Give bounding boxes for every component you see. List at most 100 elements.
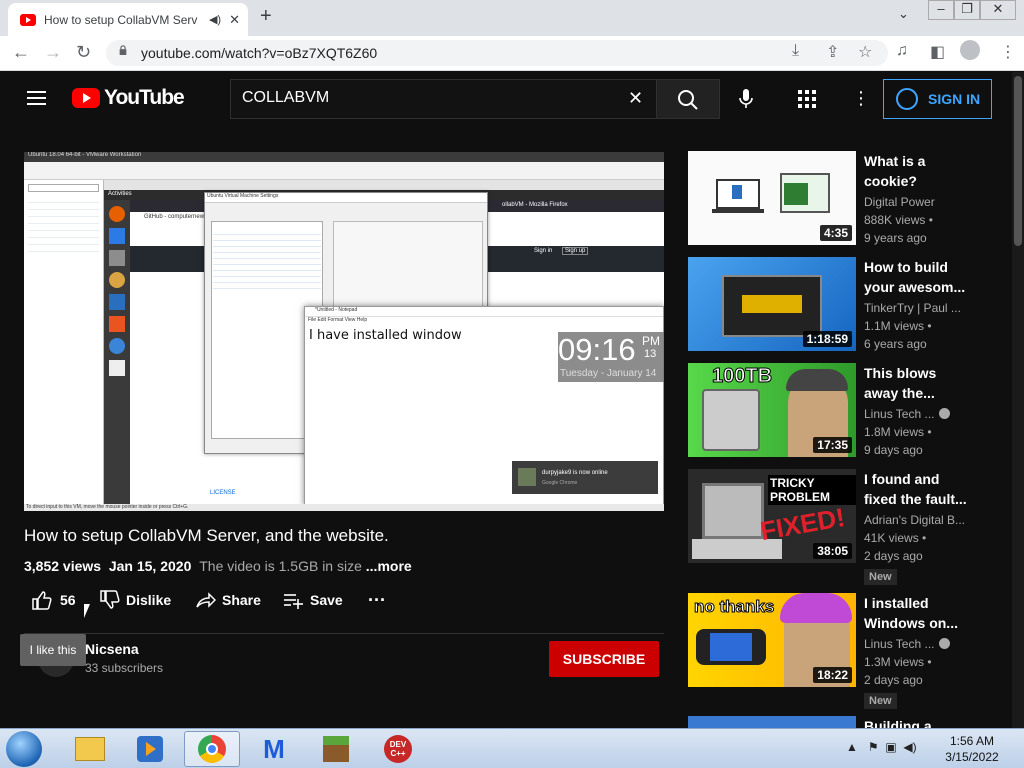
clock-time: 09:16	[558, 332, 636, 367]
clear-search-icon[interactable]: ✕	[628, 88, 643, 109]
share-page-icon[interactable]: ⇪	[826, 42, 839, 62]
recommendation-thumbnail[interactable]: no thanks 18:22	[688, 593, 856, 687]
recommendation-thumbnail[interactable]	[688, 716, 856, 728]
youtube-favicon-icon	[20, 13, 36, 26]
browser-tab[interactable]: How to setup CollabVM Serv ◀) ✕	[8, 3, 248, 36]
recommendation-age: 2 days ago	[864, 673, 923, 687]
recommendation-item[interactable]: no thanks 18:22 I installed Windows on..…	[688, 593, 968, 709]
recommendation-channel[interactable]: Linus Tech ...	[864, 407, 968, 421]
thumbs-up-icon	[32, 591, 52, 610]
tab-title: How to setup CollabVM Serv	[44, 12, 198, 27]
media-player-icon[interactable]	[122, 731, 178, 767]
side-panel-icon[interactable]: ◧	[930, 42, 945, 62]
voice-search-mic-icon[interactable]	[738, 88, 754, 115]
start-button-icon[interactable]	[6, 731, 42, 767]
malwarebytes-icon[interactable]: M	[246, 731, 302, 767]
scrollbar-thumb[interactable]	[1014, 76, 1022, 246]
video-meta[interactable]: 3,852 views Jan 15, 2020 The video is 1.…	[24, 558, 412, 574]
chrome-taskbar-icon[interactable]	[184, 731, 240, 767]
profile-avatar-icon[interactable]	[960, 40, 980, 60]
media-control-icon[interactable]: ♫	[896, 42, 908, 60]
recommendation-thumbnail[interactable]: 1:18:59	[688, 257, 856, 351]
restore-button[interactable]: ❐	[954, 0, 980, 20]
clock-widget: 09:16 PM 13 Tuesday - January 14	[558, 332, 664, 382]
recommendation-thumbnail[interactable]: 100TB 17:35	[688, 363, 856, 457]
show-hidden-icons[interactable]: ▲	[846, 740, 858, 754]
video-player[interactable]: Ubuntu 18.04 64-bit - VMware Workstation…	[24, 152, 664, 511]
taskbar-clock[interactable]: 1:56 AM 3/15/2022	[940, 733, 1004, 765]
bookmark-star-icon[interactable]: ☆	[858, 42, 872, 62]
clock-seconds: 13	[644, 348, 657, 360]
recommendation-item[interactable]: TRICKY PROBLEM FIXED! 38:05 I found and …	[688, 469, 968, 585]
dislike-button[interactable]: Dislike	[98, 588, 171, 612]
network-icon[interactable]: ▣	[885, 740, 896, 754]
recommendation-age: 6 years ago	[864, 337, 927, 351]
minimize-button[interactable]: –	[928, 0, 954, 20]
volume-icon[interactable]: ◀)	[903, 740, 916, 754]
settings-menu-icon[interactable]: ⋮	[852, 88, 870, 109]
action-center-flag-icon[interactable]: ⚑	[868, 740, 879, 754]
recommendation-channel[interactable]: Digital Power	[864, 195, 968, 209]
like-button[interactable]: 56	[30, 588, 76, 612]
subscribe-button[interactable]: SUBSCRIBE	[549, 641, 659, 677]
mouse-pointer-hand-icon	[84, 604, 90, 618]
notepad-menu: File Edit Format View Help	[308, 317, 368, 323]
tab-close-icon[interactable]: ✕	[229, 12, 240, 28]
recommendation-thumbnail[interactable]: TRICKY PROBLEM FIXED! 38:05	[688, 469, 856, 563]
back-icon[interactable]: ←	[12, 41, 30, 63]
recommendation-item[interactable]: Building a	[688, 716, 968, 728]
recommendation-item[interactable]: 1:18:59 How to build your awesom... Tink…	[688, 257, 968, 353]
duration-badge: 18:22	[813, 667, 852, 683]
recommendation-title[interactable]: This blows away the...	[864, 363, 968, 403]
search-button[interactable]	[656, 79, 720, 119]
reload-icon[interactable]: ↻	[76, 41, 91, 63]
share-button[interactable]: Share	[194, 588, 261, 612]
vmware-title: Ubuntu 18.04 64-bit - VMware Workstation	[28, 152, 142, 158]
apps-grid-icon[interactable]	[798, 90, 816, 108]
youtube-logo-icon[interactable]	[72, 88, 100, 108]
like-count: 56	[60, 592, 76, 608]
recommendation-channel[interactable]: TinkerTry | Paul ...	[864, 301, 968, 315]
minecraft-icon[interactable]	[308, 731, 364, 767]
account-icon	[896, 88, 918, 110]
audio-playing-icon[interactable]: ◀)	[209, 13, 221, 26]
recommendation-age: 9 years ago	[864, 231, 927, 245]
more-actions-icon[interactable]: ···	[368, 588, 386, 612]
duration-badge: 17:35	[813, 437, 852, 453]
dev-cpp-icon[interactable]: DEV C++	[370, 731, 426, 767]
save-button[interactable]: Save	[282, 588, 343, 612]
recommendation-title[interactable]: What is a cookie?	[864, 151, 968, 191]
chrome-menu-icon[interactable]: ⋮	[1000, 42, 1016, 62]
recommendation-channel[interactable]: Adrian's Digital B...	[864, 513, 968, 527]
notification-toast: durpyjake9 is now online Google Chrome	[512, 461, 658, 494]
search-input[interactable]: COLLABVM	[242, 89, 329, 107]
duration-badge: 1:18:59	[802, 331, 852, 347]
recommendation-channel[interactable]: Linus Tech ...	[864, 637, 968, 651]
recommendation-title[interactable]: How to build your awesom...	[864, 257, 968, 297]
recommendation-age: 9 days ago	[864, 443, 923, 457]
more-link[interactable]: ...more	[366, 558, 412, 574]
new-tab-button[interactable]: +	[260, 5, 272, 28]
install-app-icon[interactable]: ⤓	[792, 42, 799, 60]
youtube-logo-text[interactable]: YouTube	[104, 86, 185, 110]
channel-name[interactable]: Nicsena	[85, 641, 139, 657]
hamburger-menu-icon[interactable]	[27, 91, 46, 106]
system-tray[interactable]: ▲ ⚑ ▣ ◀)	[846, 740, 917, 754]
forward-icon[interactable]: →	[44, 41, 62, 63]
recommendation-views: 888K views •	[864, 213, 933, 227]
recommendation-title[interactable]: Building a	[864, 716, 968, 728]
thumbnail-text: no thanks	[693, 597, 775, 617]
firefox-title: ollabVM - Mozilla Firefox	[502, 202, 568, 208]
recommendation-item[interactable]: 4:35 What is a cookie? Digital Power 888…	[688, 151, 968, 247]
recommendation-title[interactable]: I installed Windows on...	[864, 593, 968, 633]
tab-search-icon[interactable]: ⌄	[898, 6, 909, 26]
taskbar-time: 1:56 AM	[949, 734, 995, 748]
recommendation-item[interactable]: 100TB 17:35 This blows away the... Linus…	[688, 363, 968, 459]
url-text[interactable]: youtube.com/watch?v=oBz7XQT6Z60	[141, 45, 377, 61]
activities-label: Activities	[108, 191, 132, 197]
recommendation-thumbnail[interactable]: 4:35	[688, 151, 856, 245]
lock-icon[interactable]	[118, 45, 128, 55]
file-explorer-icon[interactable]	[62, 731, 118, 767]
close-window-button[interactable]: ✕	[980, 0, 1016, 20]
recommendation-title[interactable]: I found and fixed the fault...	[864, 469, 968, 509]
